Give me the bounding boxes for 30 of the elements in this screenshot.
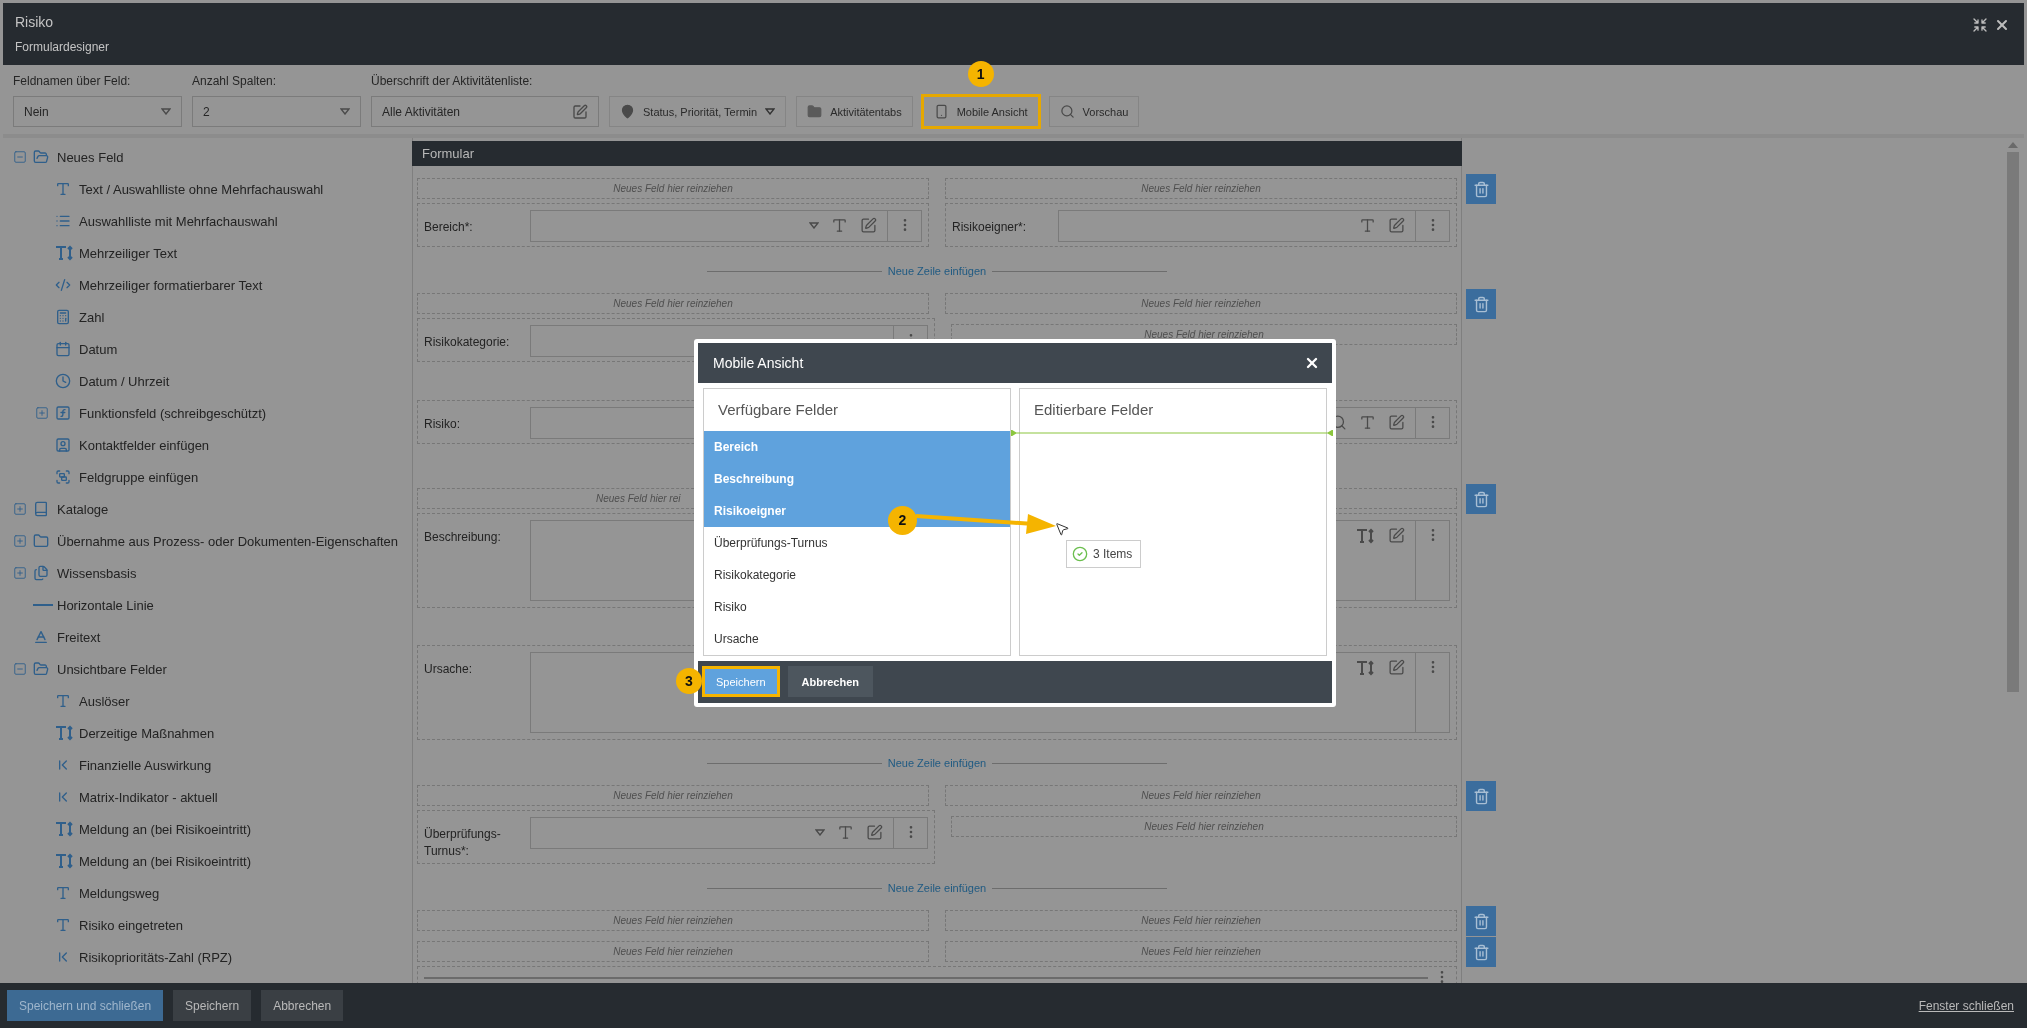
callout-badge: 1 [967,61,994,87]
drop-zone: Neues Feld hier reinziehen [945,941,1457,962]
drag-count: 3 Items [1093,546,1133,561]
field-label: Ursache: [424,661,474,678]
field-label: Risiko: [424,416,461,433]
drop-zone: Neues Feld hier reinziehen [417,293,929,314]
drop-zone: Neues Feld hier reinziehen [951,816,1457,837]
field-label: Beschreibung: [424,529,502,546]
drop-zone: Neues Feld hier reinziehen [945,178,1457,199]
window-title: Risiko [15,14,54,30]
drop-zone: Neues Feld hier reinziehen [945,910,1457,931]
drop-zone: Neues Feld hier reinziehen [417,178,929,199]
field-label: Feldnamen über Feld: [13,74,132,88]
field-label: Überprüfungs-Turnus*: [424,826,502,857]
window-subtitle: Formulardesigner [15,40,110,54]
field-label: Risikoeigner*: [952,219,1028,236]
form-header: Formular [412,141,1462,166]
list-title: Editierbare Felder [1033,400,1154,420]
field-label: Überschrift der Aktivitätenliste: [371,74,534,88]
list-title: Verfügbare Felder [717,400,839,420]
field-label: Bereich*: [424,219,474,236]
dialog-title: Mobile Ansicht [713,354,804,371]
drop-zone: Neues Feld hier reinziehen [945,785,1457,806]
drop-zone: Neues Feld hier reinziehen [417,910,929,931]
field-label: Risikokategorie: [424,334,511,351]
field-label: Anzahl Spalten: [192,74,278,88]
drop-zone: Neues Feld hier reinziehen [417,785,929,806]
drop-zone: Neues Feld hier reinziehen [417,941,929,962]
drop-zone: Neues Feld hier reinziehen [945,293,1457,314]
callout-badge: 3 [676,668,702,695]
